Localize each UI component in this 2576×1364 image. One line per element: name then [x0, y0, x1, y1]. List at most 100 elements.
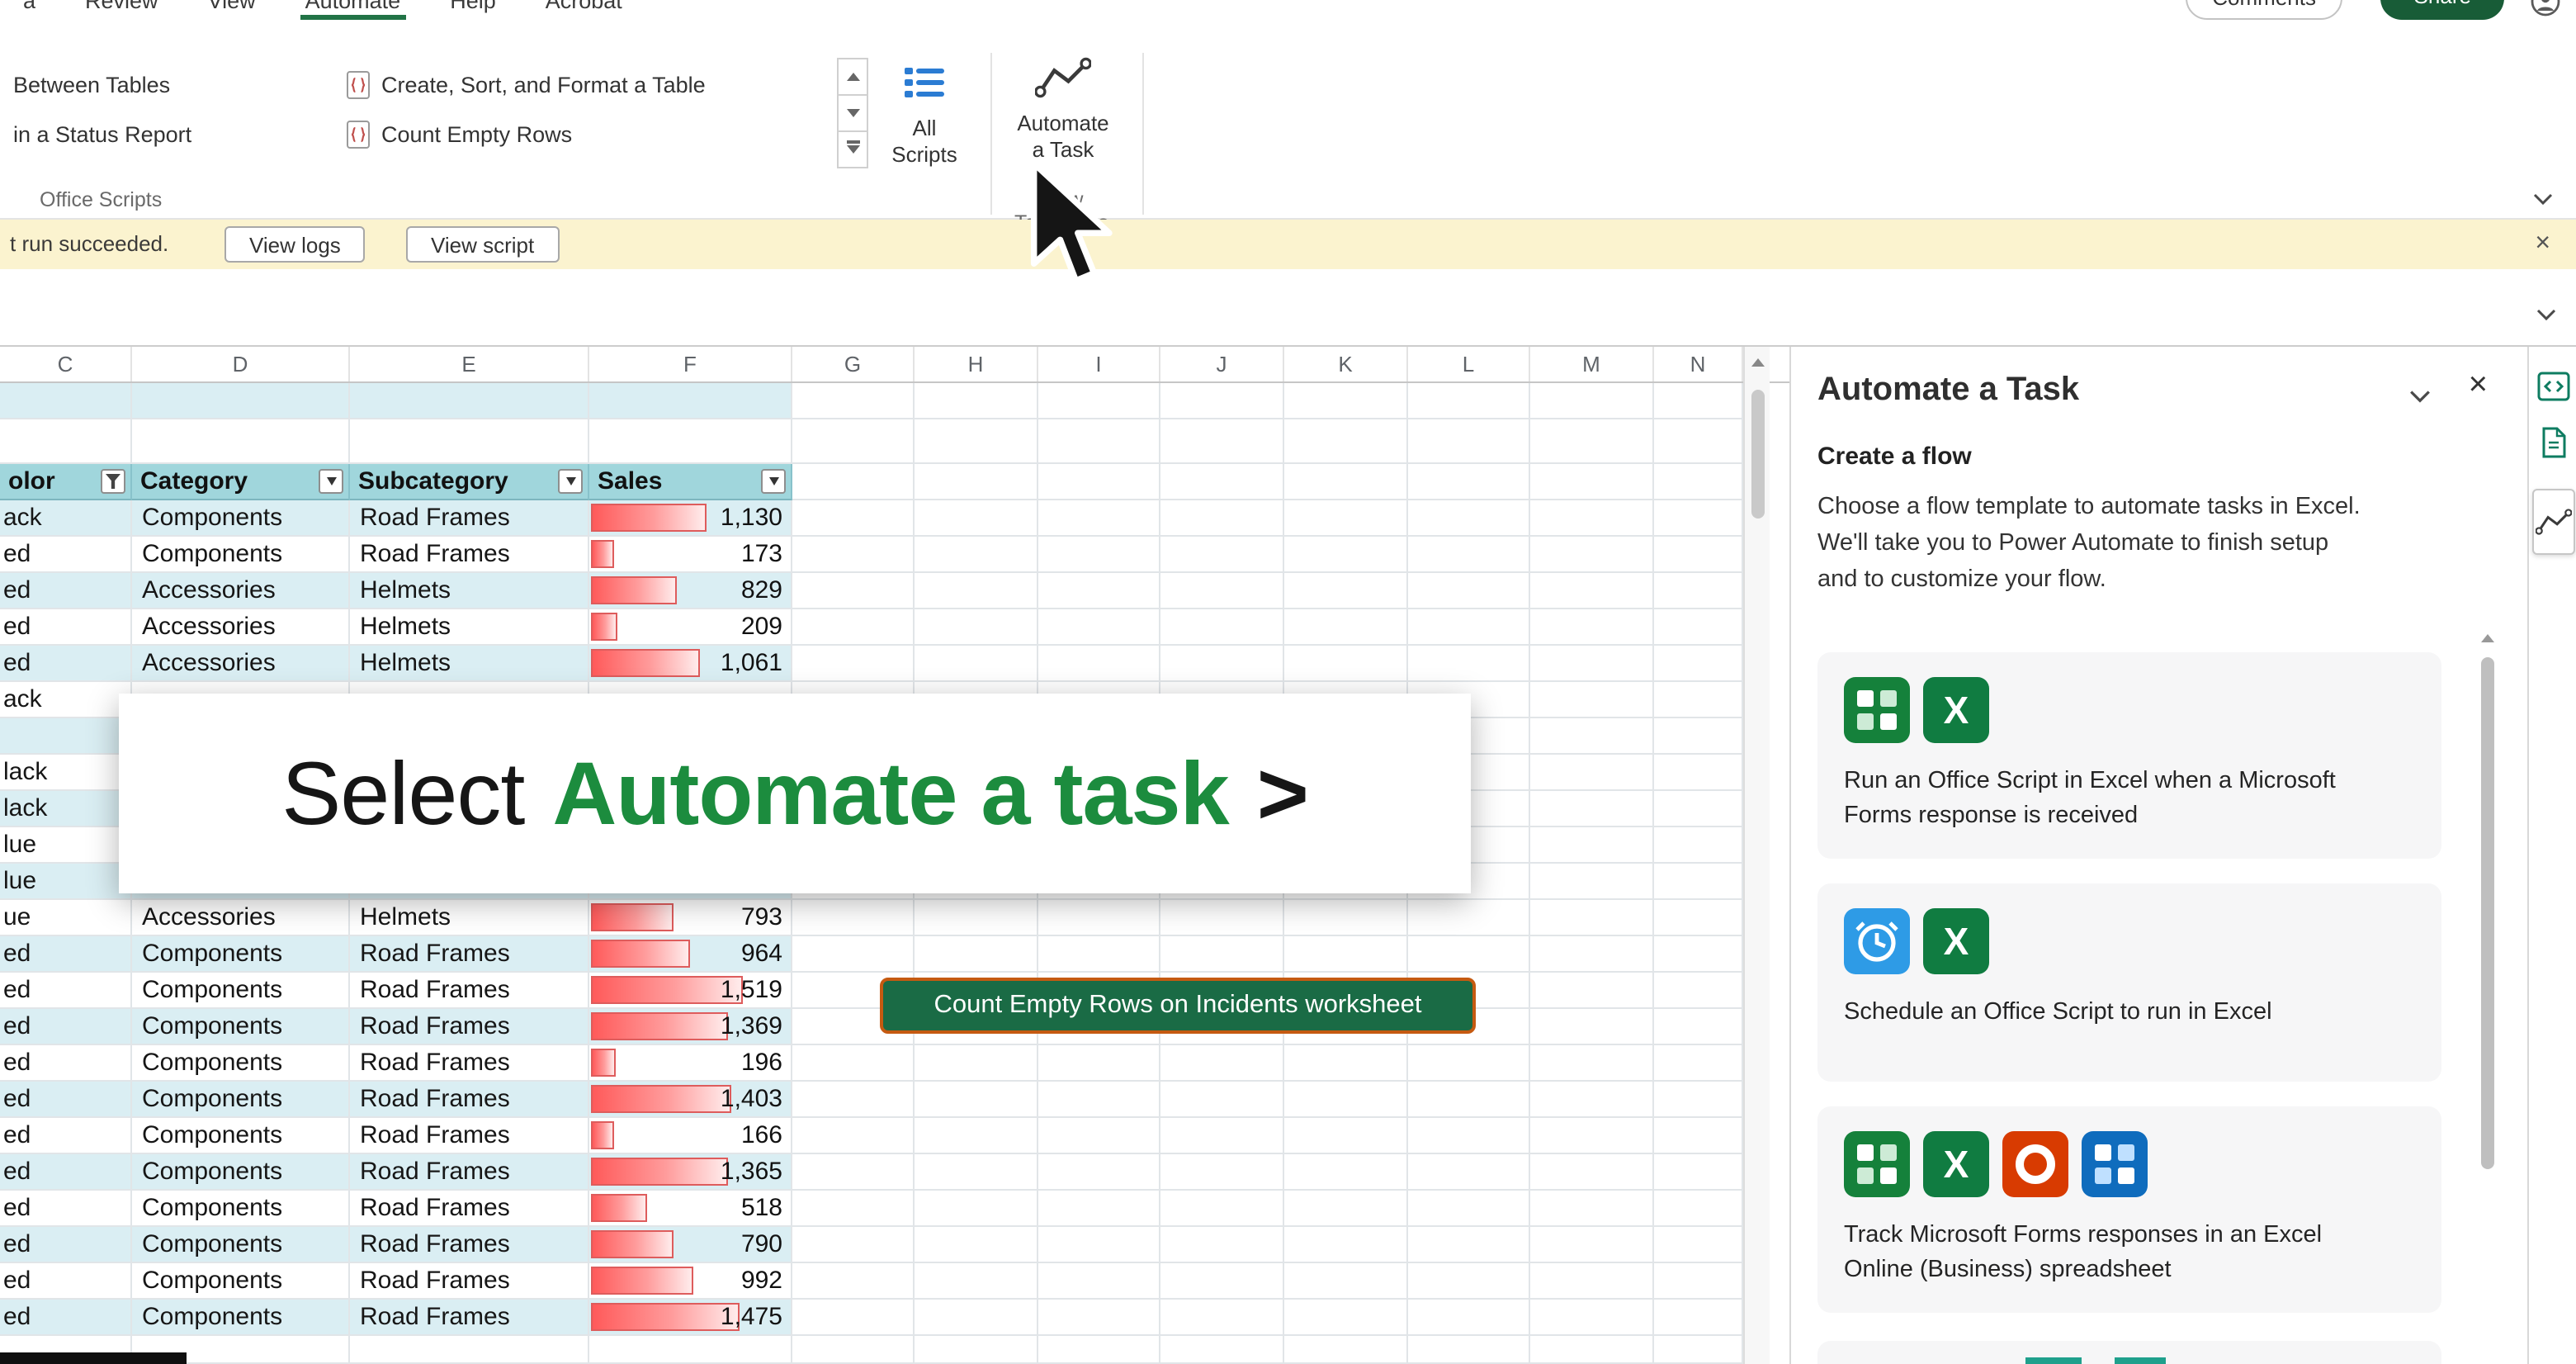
- cell[interactable]: Road Frames: [350, 1263, 589, 1300]
- cell[interactable]: Components: [132, 1045, 350, 1082]
- column-header-D[interactable]: D: [132, 347, 350, 381]
- share-button[interactable]: Share: [2381, 0, 2504, 20]
- cell[interactable]: Road Frames: [350, 1191, 589, 1227]
- cell[interactable]: [915, 1154, 1038, 1191]
- cell[interactable]: [792, 1336, 915, 1364]
- cell[interactable]: [792, 646, 915, 682]
- cell[interactable]: [1160, 1154, 1284, 1191]
- cell[interactable]: [1408, 609, 1530, 646]
- cell[interactable]: [1284, 383, 1408, 419]
- cell[interactable]: [1038, 1191, 1160, 1227]
- cell[interactable]: [915, 646, 1038, 682]
- cell[interactable]: [915, 1336, 1038, 1364]
- cell[interactable]: [132, 383, 350, 419]
- cell[interactable]: [792, 1191, 915, 1227]
- cell[interactable]: [1530, 383, 1654, 419]
- column-header-G[interactable]: G: [792, 347, 915, 381]
- cell[interactable]: [1038, 936, 1160, 973]
- cell[interactable]: [1530, 791, 1654, 827]
- cell[interactable]: 196: [589, 1045, 792, 1082]
- cell[interactable]: Road Frames: [350, 1118, 589, 1154]
- cell[interactable]: [1038, 1227, 1160, 1263]
- cell[interactable]: [1530, 900, 1654, 936]
- cell[interactable]: [1284, 464, 1408, 500]
- cell[interactable]: [1160, 1118, 1284, 1154]
- cell[interactable]: [1408, 1082, 1530, 1118]
- column-header-K[interactable]: K: [1284, 347, 1408, 381]
- cell[interactable]: ed: [0, 646, 132, 682]
- cell[interactable]: [350, 1336, 589, 1364]
- cell[interactable]: Road Frames: [350, 1082, 589, 1118]
- menu-tab-help[interactable]: Help: [450, 0, 496, 20]
- cell[interactable]: [1284, 1300, 1408, 1336]
- column-header-F[interactable]: F: [589, 347, 792, 381]
- cell[interactable]: 1,475: [589, 1300, 792, 1336]
- cell[interactable]: [1530, 646, 1654, 682]
- cell[interactable]: ack: [0, 500, 132, 537]
- cell[interactable]: [1408, 573, 1530, 609]
- cell[interactable]: [1284, 1154, 1408, 1191]
- cell[interactable]: [1038, 1082, 1160, 1118]
- cell[interactable]: Road Frames: [350, 1009, 589, 1045]
- cell[interactable]: [1038, 1154, 1160, 1191]
- cell[interactable]: 964: [589, 936, 792, 973]
- cell[interactable]: 829: [589, 573, 792, 609]
- cell[interactable]: 992: [589, 1263, 792, 1300]
- column-header-E[interactable]: E: [350, 347, 589, 381]
- cell[interactable]: Road Frames: [350, 936, 589, 973]
- cell[interactable]: [350, 419, 589, 464]
- cell[interactable]: 518: [589, 1191, 792, 1227]
- cell[interactable]: [1530, 1336, 1654, 1364]
- cell[interactable]: ed: [0, 1227, 132, 1263]
- cell[interactable]: [1038, 383, 1160, 419]
- cell[interactable]: [1408, 419, 1530, 464]
- cell[interactable]: ed: [0, 1191, 132, 1227]
- cell[interactable]: 1,061: [589, 646, 792, 682]
- cell[interactable]: [792, 1227, 915, 1263]
- cell[interactable]: ack: [0, 682, 132, 718]
- cell[interactable]: [1160, 936, 1284, 973]
- cell[interactable]: Components: [132, 500, 350, 537]
- cell[interactable]: 1,130: [589, 500, 792, 537]
- cell[interactable]: [1160, 1263, 1284, 1300]
- cell[interactable]: [1530, 936, 1654, 973]
- pane-close-button[interactable]: ×: [2469, 367, 2488, 405]
- cell[interactable]: 790: [589, 1227, 792, 1263]
- menu-tab-acrobat[interactable]: Acrobat: [546, 0, 622, 20]
- cell[interactable]: [132, 419, 350, 464]
- menu-tab-review[interactable]: Review: [85, 0, 158, 20]
- gallery-expand-button[interactable]: [837, 130, 868, 168]
- cell[interactable]: [1038, 1336, 1160, 1364]
- cell[interactable]: 1,369: [589, 1009, 792, 1045]
- cell[interactable]: [1408, 900, 1530, 936]
- cell[interactable]: [915, 1263, 1038, 1300]
- cell[interactable]: Accessories: [132, 900, 350, 936]
- cell[interactable]: [792, 500, 915, 537]
- all-scripts-button[interactable]: All Scripts: [878, 53, 971, 201]
- cell[interactable]: 793: [589, 900, 792, 936]
- cell[interactable]: ed: [0, 973, 132, 1009]
- cell[interactable]: ed: [0, 936, 132, 973]
- cell[interactable]: [1654, 1263, 1743, 1300]
- cell[interactable]: [1408, 1154, 1530, 1191]
- cell[interactable]: [1038, 1045, 1160, 1082]
- cell[interactable]: [1038, 900, 1160, 936]
- flow-template-card[interactable]: XTrack Microsoft Forms responses in an E…: [1817, 1106, 2441, 1313]
- cell[interactable]: Components: [132, 973, 350, 1009]
- cell[interactable]: [1038, 1118, 1160, 1154]
- column-header-L[interactable]: L: [1408, 347, 1530, 381]
- cell[interactable]: [1160, 1336, 1284, 1364]
- cell[interactable]: Accessories: [132, 573, 350, 609]
- cell[interactable]: Components: [132, 936, 350, 973]
- cell[interactable]: [1530, 573, 1654, 609]
- cell[interactable]: Helmets: [350, 646, 589, 682]
- cell[interactable]: [1160, 1045, 1284, 1082]
- script-gallery-item[interactable]: Create, Sort, and Format a Table: [347, 59, 706, 109]
- cell[interactable]: [1284, 936, 1408, 973]
- flow-template-card[interactable]: XSchedule an Office Script to run in Exc…: [1817, 883, 2441, 1082]
- column-header-H[interactable]: H: [915, 347, 1038, 381]
- cell[interactable]: [915, 936, 1038, 973]
- cell[interactable]: [1038, 573, 1160, 609]
- cell[interactable]: [1654, 646, 1743, 682]
- cell[interactable]: [1530, 755, 1654, 791]
